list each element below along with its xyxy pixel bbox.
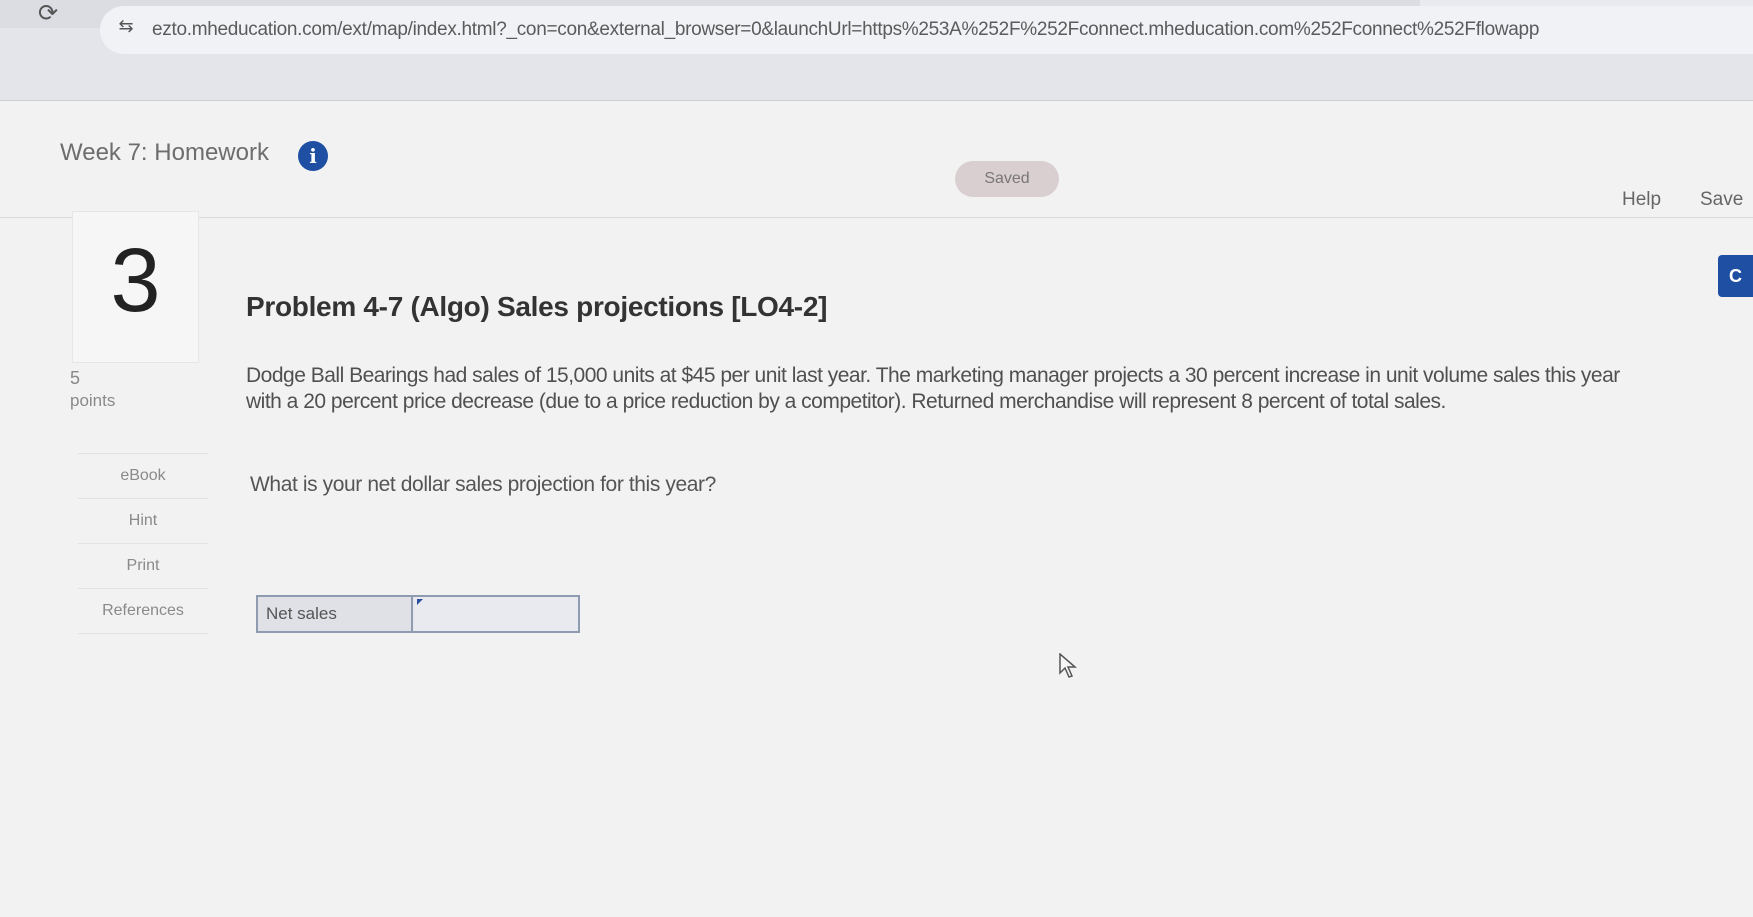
help-link[interactable]: Help [1622,189,1661,211]
saved-status-badge: Saved [955,161,1059,197]
points-label: points [70,391,116,410]
address-bar[interactable]: ⇆ ezto.mheducation.com/ext/map/index.htm… [100,6,1753,54]
browser-chrome: Question 3 - Week 7: Homew × ⟳ ⇆ ezto.mh… [0,0,1753,100]
question-prompt: What is your net dollar sales projection… [250,473,716,496]
reload-icon[interactable]: ⟳ [34,0,62,28]
question-number-box: 3 [72,211,199,363]
ebook-link[interactable]: eBook [78,453,208,498]
problem-title: Problem 4-7 (Algo) Sales projections [LO… [246,291,828,322]
side-tools: eBook Hint Print References [78,453,208,634]
hint-link[interactable]: Hint [78,498,208,543]
question-number: 3 [110,231,161,331]
assignment-page: Week 7: Homework i Saved Help Save C 3 5… [0,101,1753,917]
points-value: 5 [70,368,81,388]
net-sales-input[interactable] [415,597,578,631]
mouse-cursor-icon [1059,653,1078,678]
problem-text: Dodge Ball Bearings had sales of 15,000 … [246,364,1620,413]
net-sales-label: Net sales [258,597,413,631]
save-exit-link[interactable]: Save [1700,189,1743,211]
answer-table: Net sales [256,595,580,633]
info-icon[interactable]: i [298,141,328,171]
input-flag-icon [417,599,423,605]
print-link[interactable]: Print [78,543,208,588]
url-text[interactable]: ezto.mheducation.com/ext/map/index.html?… [152,19,1539,41]
check-my-work-button[interactable]: C [1718,255,1753,297]
site-settings-icon[interactable]: ⇆ [114,16,138,40]
references-link[interactable]: References [78,588,208,634]
assignment-title: Week 7: Homework [60,139,269,166]
header-divider [0,217,1753,218]
